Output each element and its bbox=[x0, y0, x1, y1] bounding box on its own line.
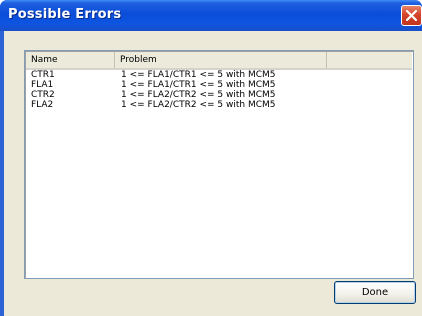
row-name: CTR1 bbox=[31, 70, 55, 80]
close-x-icon bbox=[406, 10, 417, 21]
row-name: FLA2 bbox=[31, 100, 54, 110]
errors-list[interactable]: Name Problem CTR1 1 <= FLA1/CTR1 <= 5 wi… bbox=[24, 50, 414, 279]
window-title: Possible Errors bbox=[8, 7, 122, 22]
list-rows: CTR1 1 <= FLA1/CTR1 <= 5 with MCM5 FLA1 … bbox=[26, 70, 412, 110]
row-name: FLA1 bbox=[31, 80, 54, 90]
column-header-empty[interactable] bbox=[327, 52, 412, 68]
column-header-problem[interactable]: Problem bbox=[115, 52, 327, 68]
done-button[interactable]: Done bbox=[334, 281, 416, 304]
list-header: Name Problem bbox=[26, 52, 412, 70]
row-problem: 1 <= FLA1/CTR1 <= 5 with MCM5 bbox=[121, 70, 276, 80]
dialog-client-area: Name Problem CTR1 1 <= FLA1/CTR1 <= 5 wi… bbox=[4, 31, 422, 316]
list-row[interactable]: FLA1 1 <= FLA1/CTR1 <= 5 with MCM5 bbox=[26, 80, 412, 90]
row-problem: 1 <= FLA1/CTR1 <= 5 with MCM5 bbox=[121, 80, 276, 90]
list-row[interactable]: FLA2 1 <= FLA2/CTR2 <= 5 with MCM5 bbox=[26, 100, 412, 110]
column-header-name[interactable]: Name bbox=[26, 52, 115, 68]
close-button[interactable] bbox=[401, 5, 422, 26]
row-name: CTR2 bbox=[31, 90, 55, 100]
row-problem: 1 <= FLA2/CTR2 <= 5 with MCM5 bbox=[121, 100, 276, 110]
title-bar[interactable]: Possible Errors bbox=[0, 0, 422, 31]
list-row[interactable]: CTR1 1 <= FLA1/CTR1 <= 5 with MCM5 bbox=[26, 70, 412, 80]
row-problem: 1 <= FLA2/CTR2 <= 5 with MCM5 bbox=[121, 90, 276, 100]
list-row[interactable]: CTR2 1 <= FLA2/CTR2 <= 5 with MCM5 bbox=[26, 90, 412, 100]
possible-errors-dialog: Possible Errors Name Problem CTR1 1 <= F… bbox=[0, 0, 422, 316]
